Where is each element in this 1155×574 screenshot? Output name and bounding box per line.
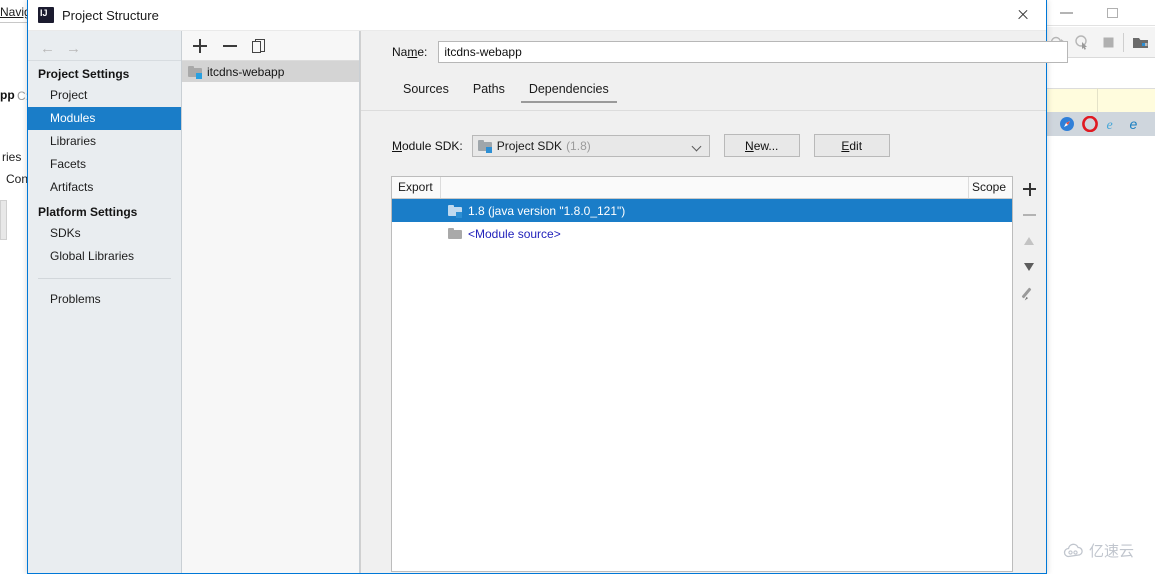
header-separator-1 [440, 177, 441, 198]
tab-dependencies[interactable]: Dependencies [517, 79, 621, 103]
sidebar-item-facets[interactable]: Facets [28, 153, 181, 176]
nav-divider [38, 278, 171, 279]
background-left-strip: Navig pp C: ries Con [0, 0, 31, 574]
sidebar-item-modules[interactable]: Modules [28, 107, 181, 130]
background-browser-bar: e e [1040, 112, 1155, 136]
cloud-icon [1063, 543, 1083, 557]
module-name-input[interactable] [438, 41, 1069, 63]
module-sdk-version: (1.8) [566, 138, 591, 153]
project-structure-dialog: IJ Project Structure ← → Project Setting… [27, 0, 1069, 574]
module-folder-icon [188, 65, 202, 79]
sidebar-item-artifacts[interactable]: Artifacts [28, 176, 181, 199]
stop-icon[interactable] [1100, 34, 1117, 51]
edit-dependency-button[interactable] [1016, 280, 1043, 306]
module-sdk-value: Project SDK [496, 138, 563, 153]
opera-browser-icon[interactable] [1082, 115, 1098, 133]
edge-browser-icon[interactable]: e [1128, 116, 1144, 132]
svg-text:e: e [1107, 118, 1113, 132]
new-sdk-button[interactable]: New... [723, 134, 800, 157]
remove-dependency-button[interactable] [1016, 202, 1043, 228]
back-arrow-icon[interactable]: ← [40, 40, 55, 57]
background-right-panel: e e [1040, 0, 1155, 574]
minimize-button[interactable] [1050, 0, 1086, 26]
chevron-down-icon [691, 141, 702, 151]
background-project-name-fragment: pp [0, 88, 15, 102]
header-separator-2 [968, 177, 969, 198]
remove-module-button[interactable] [220, 36, 240, 56]
edit-sdk-button[interactable]: Edit [813, 134, 890, 157]
add-dependency-button[interactable] [1016, 176, 1043, 202]
module-settings-panel: Name: Sources Paths Dependencies Module … [360, 31, 1069, 573]
nav-toolbar: ← → [28, 31, 181, 61]
column-header-scope[interactable]: Scope [972, 177, 1006, 198]
background-divider [0, 22, 27, 23]
sdk-folder-icon [477, 139, 492, 153]
ie-browser-icon[interactable]: e [1105, 116, 1121, 133]
add-module-button[interactable] [190, 36, 210, 56]
background-configure-fragment: Con [6, 172, 29, 186]
settings-tabs: Sources Paths Dependencies [391, 79, 621, 103]
background-libraries-fragment: ries [2, 150, 22, 164]
copy-icon-front [252, 41, 261, 53]
dependency-label: <Module source> [468, 226, 561, 241]
folder-icon[interactable] [1132, 34, 1149, 51]
watermark-text: 亿速云 [1089, 542, 1135, 560]
name-row: Name: [392, 41, 1069, 63]
nav-heading-project-settings: Project Settings [38, 67, 130, 81]
minimize-icon [1060, 12, 1073, 14]
settings-nav-panel: ← → Project Settings Project Modules Lib… [28, 31, 182, 573]
move-down-button[interactable] [1016, 254, 1043, 280]
maximize-icon [1107, 8, 1118, 18]
sidebar-item-global-libraries[interactable]: Global Libraries [28, 245, 181, 268]
name-label: Name: [392, 45, 428, 59]
tab-sources[interactable]: Sources [391, 79, 461, 103]
intellij-logo-icon: IJ [38, 7, 54, 23]
dependency-label: 1.8 (java version "1.8.0_121") [468, 203, 626, 218]
module-sdk-label: Module SDK: [392, 138, 463, 153]
module-sdk-row: Module SDK: Project SDK (1.8) New... Edi… [392, 134, 890, 157]
tabs-underline [361, 110, 1046, 111]
nav-heading-platform-settings: Platform Settings [38, 205, 138, 219]
background-editor-area [1040, 136, 1155, 574]
move-up-button[interactable] [1016, 228, 1043, 254]
background-side-tab [0, 200, 7, 240]
sidebar-item-libraries[interactable]: Libraries [28, 130, 181, 153]
dependencies-table-header: Export Scope [392, 177, 1012, 199]
table-row[interactable]: <Module source> [392, 222, 1012, 245]
module-name-label: itcdns-webapp [207, 64, 285, 79]
dialog-title: Project Structure [62, 8, 159, 23]
dependencies-table: Export Scope 1.8 (java version "1.8.0_12… [391, 176, 1013, 572]
toolbar-separator [1123, 33, 1124, 52]
dialog-titlebar: IJ Project Structure [28, 0, 1046, 31]
module-folder-icon [448, 227, 462, 240]
dependencies-action-rail [1016, 176, 1043, 572]
maximize-button[interactable] [1096, 0, 1132, 26]
background-titlebar [1040, 0, 1155, 26]
tab-paths[interactable]: Paths [461, 79, 517, 103]
watermark: 亿速云 [1063, 540, 1134, 561]
nav-toolbar-underline [28, 60, 181, 61]
sidebar-item-project[interactable]: Project [28, 84, 181, 107]
svg-text:e: e [1130, 116, 1138, 132]
sidebar-item-sdks[interactable]: SDKs [28, 222, 181, 245]
list-item[interactable]: itcdns-webapp [182, 61, 359, 82]
copy-module-button[interactable] [250, 36, 270, 56]
module-sdk-select[interactable]: Project SDK (1.8) [471, 134, 710, 157]
debug-cursor-icon[interactable] [1074, 34, 1091, 51]
dialog-body: ← → Project Settings Project Modules Lib… [28, 31, 1069, 573]
close-icon[interactable] [1000, 0, 1046, 30]
module-tree-panel: itcdns-webapp [182, 31, 360, 573]
safari-browser-icon[interactable] [1059, 116, 1075, 132]
sidebar-item-problems[interactable]: Problems [28, 288, 181, 311]
forward-arrow-icon[interactable]: → [66, 40, 81, 57]
column-header-export[interactable]: Export [398, 177, 433, 198]
background-notification-split [1097, 88, 1098, 112]
table-row[interactable]: 1.8 (java version "1.8.0_121") [392, 199, 1012, 222]
sdk-folder-icon [448, 204, 462, 218]
pencil-tip-icon [1023, 296, 1029, 302]
module-tree-toolbar [182, 31, 359, 61]
